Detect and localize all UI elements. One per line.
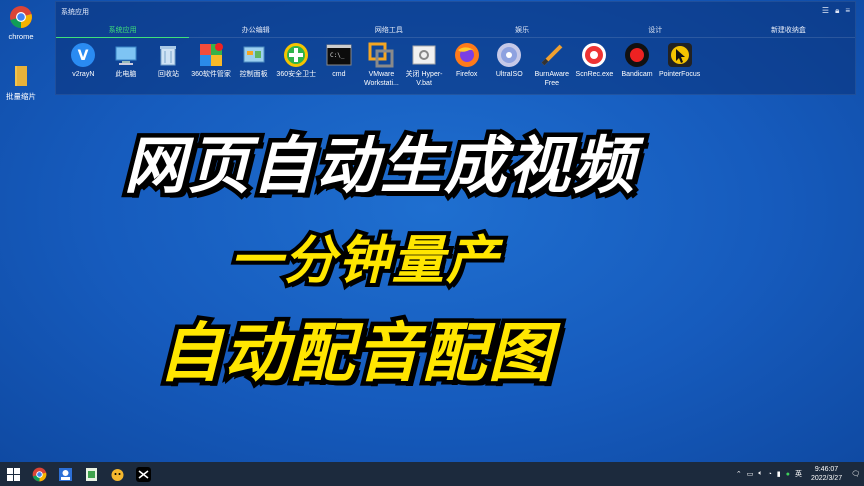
app-label: 360安全卫士 [276,71,317,78]
svg-text:C:\_: C:\_ [330,52,345,59]
app-label: Bandicam [621,71,653,78]
wechat-icon[interactable]: ● [786,471,790,478]
ultraiso-icon [496,42,522,68]
app-label: 关闭 Hyper-V.bat [405,71,443,87]
windows-icon [6,467,20,481]
headline-line-1: 网页自动生成视频 [119,128,638,206]
pointerfocus-icon [667,42,693,68]
menu-icon[interactable]: ≡ [845,6,850,16]
app-label: 回收站 [157,71,179,78]
firefox-icon [454,42,480,68]
app-label: BurnAware Free [534,71,570,87]
control-panel-icon [241,42,267,68]
app-label: 控制面板 [239,71,268,78]
fence-controls: ☰ 🔒︎ ≡ [822,6,850,16]
chevron-up-icon[interactable]: ⌃ [736,470,742,478]
capcut-icon [135,466,151,482]
svg-text:V: V [78,48,89,64]
tab-network-tools[interactable]: 网络工具 [322,24,456,38]
clock-date: 2022/3/27 [810,475,843,482]
chrome-icon [32,467,46,481]
headline-line-3: 自动配音配图 [154,313,557,394]
vmware-icon [368,42,394,68]
app-hyperv-bat[interactable]: 关闭 Hyper-V.bat [403,42,446,88]
cmd-icon: C:\_ [326,42,352,68]
app-label: ScnRec.exe [575,71,614,78]
app-label: 此电脑 [115,71,137,78]
headline-line-2: 一分钟量产 [226,228,502,294]
app-v2rayn[interactable]: V v2rayN [62,42,105,88]
360-software-manager-icon [198,42,224,68]
app-scnrec[interactable]: ScnRec.exe [573,42,616,88]
app-ultraiso[interactable]: UltraISO [488,42,531,88]
app-cmd[interactable]: C:\_ cmd [318,42,361,88]
app-label: VMware Workstati... [364,71,399,87]
lock-icon[interactable]: 🔒︎ [835,6,839,16]
app-firefox[interactable]: Firefox [445,42,488,88]
app-label: 360软件管家 [191,71,231,78]
app-label: PointerFocus [658,71,701,78]
app-360-software-manager[interactable]: 360软件管家 [190,42,233,88]
desktop-icon-label: 批量缩片 [6,92,36,101]
burnaware-icon [539,42,565,68]
ime-indicator[interactable]: 英 [795,469,802,479]
desktop-icon-label: chrome [8,32,34,41]
app-this-pc[interactable]: 此电脑 [105,42,148,88]
bat-file-icon [411,42,437,68]
taskbar-chrome[interactable] [26,462,52,486]
fence-tabs: 系统应用 办公编辑 网络工具 娱乐 设计 新建收纳盒 [56,24,856,38]
app-vmware[interactable]: VMware Workstati... [360,42,403,88]
v2rayn-icon: V [70,42,96,68]
tab-system-apps[interactable]: 系统应用 [56,24,190,38]
start-button[interactable] [0,462,26,486]
scnrec-icon [581,42,607,68]
desktop: chrome 批量缩片 系统应用 ☰ 🔒︎ ≡ 系统应用 办公编辑 网络工具 娱… [0,0,864,462]
volume-icon[interactable]: 🔈︎ [758,470,762,478]
clock[interactable]: 9:46:07 2022/3/27 [811,465,842,483]
desktop-icon-folder[interactable]: 批量缩片 [2,64,40,102]
computer-icon [113,42,139,68]
taskbar-capcut[interactable] [130,462,156,486]
microphone-icon[interactable]: ▮ [777,470,781,478]
fences-panel: 系统应用 ☰ 🔒︎ ≡ 系统应用 办公编辑 网络工具 娱乐 设计 新建收纳盒 V… [55,1,856,95]
folder-icon [9,64,33,88]
app-360-security[interactable]: 360安全卫士 [275,42,318,88]
app-label: cmd [332,71,346,78]
app-label: v2rayN [72,71,95,78]
window-icon[interactable]: ▭ [747,470,754,478]
app-pointerfocus[interactable]: PointerFocus [658,42,701,88]
desktop-icon-chrome[interactable]: chrome [2,5,40,41]
app-bandicam[interactable]: Bandicam [616,42,659,88]
tab-new-box[interactable]: 新建收纳盒 [721,24,856,38]
taskbar-app-3[interactable] [78,462,104,486]
fence-title: 系统应用 [61,9,89,16]
360-security-icon [283,42,309,68]
tab-design[interactable]: 设计 [588,24,722,38]
app-label: Firefox [455,71,478,78]
app-recycle-bin[interactable]: 回收站 [147,42,190,88]
notification-icon[interactable]: 🗨︎ [851,470,860,478]
tab-office[interactable]: 办公编辑 [189,24,323,38]
list-view-icon[interactable]: ☰ [822,6,829,16]
tab-entertainment[interactable]: 娱乐 [455,24,589,38]
chrome-icon [9,5,33,29]
app-burnaware[interactable]: BurnAware Free [531,42,574,88]
user-app-icon [58,467,72,481]
taskbar-app-2[interactable] [52,462,78,486]
cat-app-icon [111,468,123,481]
recycle-bin-icon [155,42,181,68]
document-app-icon [85,467,97,481]
app-label: UltraISO [495,71,523,78]
system-tray: ⌃ ▭ 🔈︎ ◔ ▮ ● 英 9:46:07 2022/3/27 🗨︎ [736,462,864,486]
bandicam-icon [624,42,650,68]
taskbar: ⌃ ▭ 🔈︎ ◔ ▮ ● 英 9:46:07 2022/3/27 🗨︎ [0,462,864,486]
clock-time: 9:46:07 [814,466,839,473]
app-control-panel[interactable]: 控制面板 [232,42,275,88]
taskbar-app-4[interactable] [104,462,130,486]
app-grid: V v2rayN 此电脑 回收站 360软件管家 控制面板 360安全卫士 C:… [62,42,701,88]
network-icon[interactable]: ◔ [768,471,772,478]
